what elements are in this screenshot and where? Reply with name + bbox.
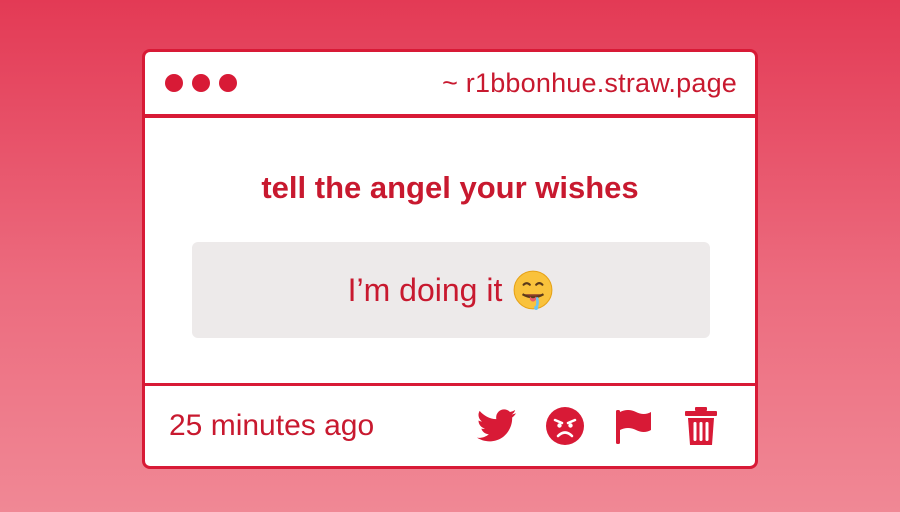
post-card: ~ r1bbonhue.straw.page tell the angel yo… (142, 49, 758, 469)
window-titlebar: ~ r1bbonhue.straw.page (145, 52, 755, 118)
window-dot-2 (192, 74, 210, 92)
answer-text: I’m doing it (347, 271, 503, 308)
question-prompt: tell the angel your wishes (261, 170, 639, 205)
react-angry-button[interactable] (545, 406, 585, 446)
drooling-face-emoji-icon (513, 270, 553, 310)
angry-face-icon (546, 407, 584, 445)
delete-button[interactable] (681, 406, 721, 446)
twitter-icon (477, 409, 517, 442)
window-controls (165, 74, 237, 92)
card-footer: 25 minutes ago (145, 386, 755, 466)
page-url[interactable]: ~ r1bbonhue.straw.page (442, 68, 737, 99)
post-timestamp: 25 minutes ago (169, 409, 375, 442)
window-dot-1 (165, 74, 183, 92)
flag-icon (616, 410, 651, 444)
window-dot-3 (219, 74, 237, 92)
report-flag-button[interactable] (613, 406, 653, 446)
question-area: tell the angel your wishes I’m doing it (145, 118, 755, 386)
trash-icon (685, 407, 717, 445)
twitter-share-button[interactable] (477, 406, 517, 446)
answer-box: I’m doing it (192, 242, 710, 338)
action-icons (477, 406, 721, 446)
